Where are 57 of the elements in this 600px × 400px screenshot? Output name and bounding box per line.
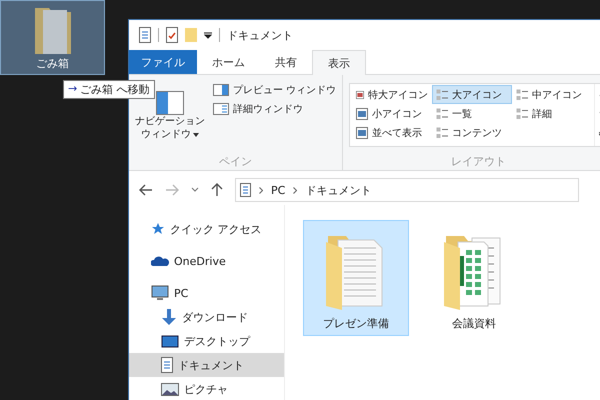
group-label: レイアウト — [450, 154, 508, 170]
folder-item[interactable]: 会議資料 — [421, 220, 527, 336]
document-icon — [240, 183, 251, 197]
back-arrow-icon[interactable] — [139, 184, 153, 196]
pane-toggle-button[interactable]: 詳細ウィンドウ — [211, 101, 338, 117]
group-label: ペイン — [218, 154, 254, 170]
details-pane-icon — [213, 103, 229, 115]
checkmark-page-icon[interactable] — [166, 27, 178, 43]
picture-icon — [161, 382, 179, 396]
nav-pane-item[interactable]: ダウンロード — [129, 305, 284, 329]
breadcrumb[interactable]: ドキュメント — [305, 182, 372, 198]
document-icon[interactable] — [139, 27, 151, 43]
chevron-right-icon — [293, 186, 298, 194]
view-layout-icon — [516, 88, 528, 100]
chevron-right-icon — [259, 186, 263, 194]
nav-pane-item[interactable]: OneDrive — [129, 249, 284, 273]
nav-pane-item[interactable]: ピクチャ — [129, 377, 284, 400]
nav-pane-item[interactable]: デスクトップ — [129, 329, 284, 353]
pane-toggle-button[interactable]: プレビュー ウィンドウ — [211, 82, 338, 98]
tooltip-text: ごみ箱 へ移動 — [80, 82, 150, 97]
layout-option[interactable]: 並べて表示 — [352, 123, 432, 142]
breadcrumb[interactable]: PC — [271, 184, 286, 196]
address-bar[interactable]: PC ドキュメント — [235, 178, 579, 202]
view-layout-icon — [436, 88, 448, 100]
down-arrow-icon — [161, 308, 177, 326]
window-title: ドキュメント — [227, 28, 293, 42]
file-label: ごみ箱 — [36, 56, 69, 71]
star-icon — [151, 222, 165, 236]
view-layout-icon — [516, 108, 528, 120]
dropdown-caret-icon — [193, 132, 199, 136]
view-layout-icon — [436, 108, 448, 120]
view-layout-icon — [356, 88, 364, 100]
desktop-icon — [161, 334, 179, 348]
nav-pane-item[interactable]: PC — [129, 281, 284, 305]
up-arrow-icon[interactable] — [211, 183, 223, 197]
layout-option[interactable]: 特大アイコン — [352, 85, 432, 104]
layout-option[interactable]: 小アイコン — [352, 104, 432, 123]
folder-item[interactable]: プレゼン準備 — [303, 220, 409, 336]
view-layout-icon — [356, 126, 368, 138]
ribbon-tab[interactable]: 表示 — [312, 50, 366, 75]
preview-pane-icon — [213, 84, 229, 96]
view-layout-icon — [356, 108, 368, 120]
cloud-icon — [151, 255, 169, 267]
file-menu-tab[interactable]: ファイル — [129, 50, 197, 74]
monitor-icon — [151, 285, 169, 301]
chevron-down-icon[interactable] — [191, 187, 199, 193]
layout-option[interactable]: 中アイコン — [512, 85, 592, 104]
nav-pane-item[interactable]: ドキュメント — [129, 353, 284, 377]
view-layout-icon — [436, 126, 448, 138]
dropdown-caret-icon[interactable] — [204, 31, 212, 39]
arrow-glyph: → — [68, 82, 78, 97]
layout-option[interactable]: コンテンツ — [432, 123, 512, 142]
layout-option[interactable]: 大アイコン — [432, 85, 512, 104]
nav-pane-item[interactable]: クイック アクセス — [129, 217, 284, 241]
layout-option[interactable]: 詳細 — [512, 104, 592, 123]
document-icon — [161, 357, 173, 373]
layout-option[interactable]: 一覧 — [432, 104, 512, 123]
